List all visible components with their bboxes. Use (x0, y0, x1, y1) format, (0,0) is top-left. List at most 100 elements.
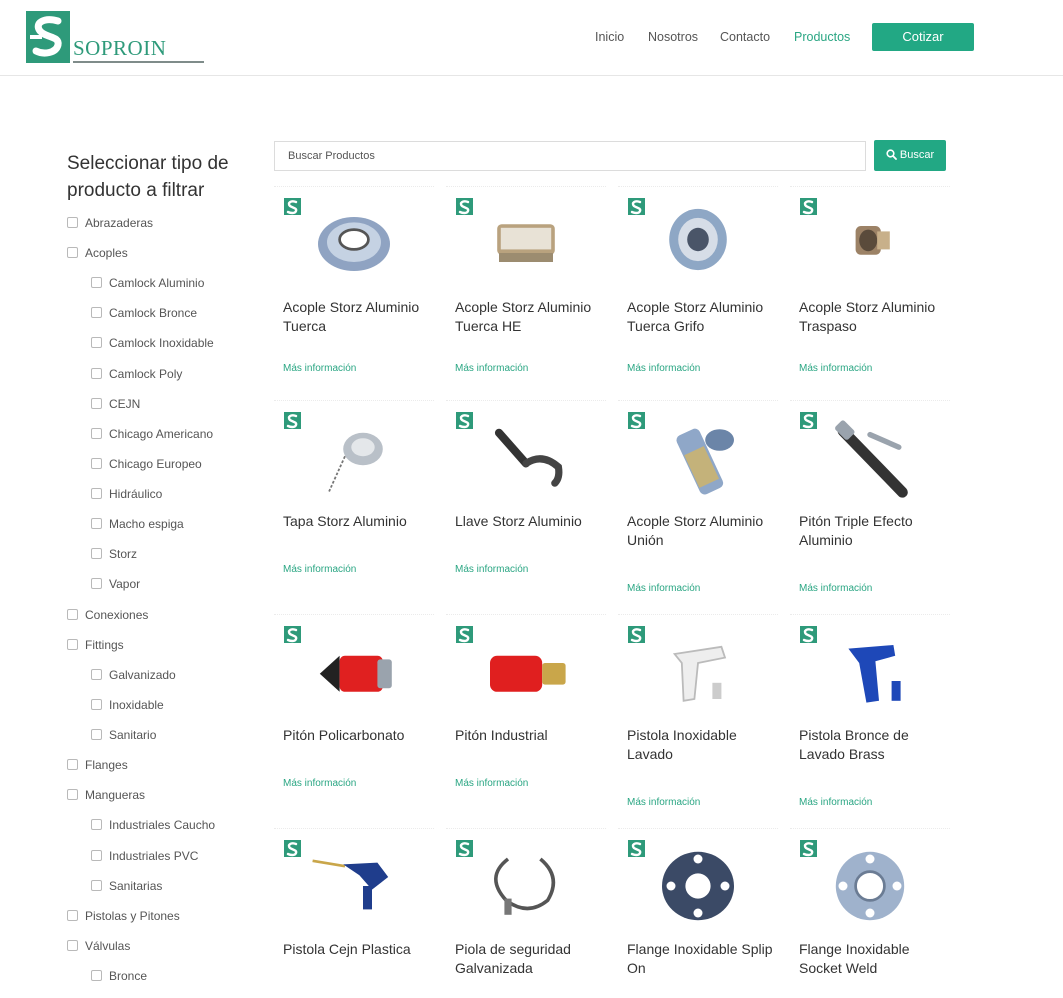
more-info-link[interactable]: Más información (455, 564, 528, 575)
filter-item[interactable]: Camlock Poly (91, 366, 182, 382)
product-card[interactable]: Acople Storz Aluminio Tuerca Grifo Más in… (618, 186, 778, 386)
filter-item[interactable]: Camlock Aluminio (91, 275, 204, 291)
more-info-link[interactable]: Más información (627, 797, 700, 808)
brand-logo[interactable]: SOPROIN (26, 11, 206, 65)
filter-checkbox[interactable] (67, 608, 78, 620)
product-name[interactable]: Pistola Cejn Plastica (283, 940, 433, 959)
filter-checkbox[interactable] (91, 970, 102, 981)
product-name[interactable]: Tapa Storz Aluminio (283, 512, 433, 531)
storz-cap-icon[interactable] (294, 413, 414, 503)
product-card[interactable]: Pitón Triple Efecto Aluminio Más informac… (790, 400, 950, 600)
filter-checkbox[interactable] (91, 397, 102, 409)
filter-item[interactable]: Hidráulico (91, 486, 162, 502)
product-card[interactable]: Pitón Policarbonato Más información (274, 614, 434, 814)
product-card[interactable]: Piola de seguridad GalvanizadaMás inform… (446, 828, 606, 998)
product-name[interactable]: Flange Inoxidable Splip On (627, 940, 777, 978)
product-card[interactable]: Pistola Cejn PlasticaMás información (274, 828, 434, 998)
filter-item[interactable]: Camlock Inoxidable (91, 335, 214, 351)
more-info-link[interactable]: Más información (799, 583, 872, 594)
filter-item[interactable]: Fittings (67, 637, 124, 653)
search-input[interactable]: Buscar Productos (274, 141, 866, 171)
nozzle-polycarbonate-icon[interactable] (294, 627, 414, 717)
product-card[interactable]: Llave Storz Aluminio Más información (446, 400, 606, 600)
air-blow-gun-icon[interactable] (294, 841, 414, 931)
filter-item[interactable]: Conexiones (67, 607, 148, 623)
nav-contacto[interactable]: Contacto (720, 30, 770, 46)
storz-adapter-icon[interactable] (810, 199, 930, 289)
product-name[interactable]: Pitón Triple Efecto Aluminio (799, 512, 949, 550)
product-card[interactable]: Acople Storz Aluminio Tuerca HE Más infor… (446, 186, 606, 386)
filter-checkbox[interactable] (91, 819, 102, 831)
filter-item[interactable]: Válvulas (67, 938, 130, 954)
product-name[interactable]: Pitón Industrial (455, 726, 605, 745)
filter-item[interactable]: Bronce (91, 968, 147, 984)
product-name[interactable]: Pitón Policarbonato (283, 726, 433, 745)
product-name[interactable]: Acople Storz Aluminio Tuerca Grifo (627, 298, 777, 336)
filter-item[interactable]: Abrazaderas (67, 215, 153, 231)
filter-checkbox[interactable] (67, 759, 78, 771)
flange-socket-weld-icon[interactable] (810, 841, 930, 931)
filter-checkbox[interactable] (91, 578, 102, 590)
filter-item[interactable]: Industriales PVC (91, 848, 198, 864)
more-info-link[interactable]: Más información (627, 363, 700, 374)
filter-item[interactable]: Sanitarias (91, 878, 162, 894)
filter-item[interactable]: Chicago Americano (91, 426, 213, 442)
filter-checkbox[interactable] (91, 729, 102, 741)
product-card[interactable]: Acople Storz Aluminio Tuerca Más informac… (274, 186, 434, 386)
product-card[interactable]: Acople Storz Aluminio Unión Más informaci… (618, 400, 778, 600)
more-info-link[interactable]: Más información (283, 778, 356, 789)
filter-checkbox[interactable] (67, 939, 78, 951)
storz-union-icon[interactable] (638, 413, 758, 503)
spray-gun-white-icon[interactable] (638, 627, 758, 717)
filter-item[interactable]: CEJN (91, 396, 140, 412)
product-card[interactable]: Pistola Inoxidable Lavado Más información (618, 614, 778, 814)
filter-item[interactable]: Macho espiga (91, 516, 184, 532)
safety-cable-icon[interactable] (466, 841, 586, 931)
filter-item[interactable]: Chicago Europeo (91, 456, 202, 472)
storz-coupling-he-icon[interactable] (466, 199, 586, 289)
filter-item[interactable]: Storz (91, 546, 137, 562)
filter-checkbox[interactable] (91, 849, 102, 861)
filter-item[interactable]: Inoxidable (91, 697, 164, 713)
filter-checkbox[interactable] (91, 668, 102, 680)
nozzle-triple-icon[interactable] (810, 413, 930, 503)
filter-checkbox[interactable] (91, 879, 102, 891)
filter-item[interactable]: Acoples (67, 245, 128, 261)
filter-checkbox[interactable] (91, 277, 102, 289)
nav-inicio[interactable]: Inicio (595, 30, 624, 46)
filter-checkbox[interactable] (91, 548, 102, 560)
filter-checkbox[interactable] (67, 217, 78, 228)
more-info-link[interactable]: Más información (799, 797, 872, 808)
storz-spanner-icon[interactable] (466, 413, 586, 503)
product-card[interactable]: Flange Inoxidable Splip OnMás informació… (618, 828, 778, 998)
filter-checkbox[interactable] (67, 247, 78, 259)
filter-item[interactable]: Pistolas y Pitones (67, 908, 180, 924)
filter-item[interactable]: Mangueras (67, 787, 145, 803)
more-info-link[interactable]: Más información (455, 778, 528, 789)
search-button[interactable]: Buscar (874, 140, 946, 171)
filter-checkbox[interactable] (91, 518, 102, 530)
product-card[interactable]: Pitón Industrial Más información (446, 614, 606, 814)
filter-checkbox[interactable] (91, 307, 102, 319)
more-info-link[interactable]: Más información (627, 583, 700, 594)
product-name[interactable]: Acople Storz Aluminio Tuerca (283, 298, 433, 336)
flange-slip-on-icon[interactable] (638, 841, 758, 931)
product-name[interactable]: Pistola Bronce de Lavado Brass (799, 726, 949, 764)
filter-item[interactable]: Galvanizado (91, 667, 176, 683)
storz-coupling-icon[interactable] (294, 199, 414, 289)
filter-item[interactable]: Industriales Caucho (91, 817, 215, 833)
filter-checkbox[interactable] (91, 698, 102, 710)
product-name[interactable]: Acople Storz Aluminio Traspaso (799, 298, 949, 336)
spray-gun-blue-icon[interactable] (810, 627, 930, 717)
product-card[interactable]: Flange Inoxidable Socket WeldMás informa… (790, 828, 950, 998)
product-name[interactable]: Piola de seguridad Galvanizada (455, 940, 605, 978)
more-info-link[interactable]: Más información (283, 363, 356, 374)
filter-item[interactable]: Camlock Bronce (91, 305, 197, 321)
filter-checkbox[interactable] (67, 638, 78, 650)
filter-item[interactable]: Flanges (67, 757, 128, 773)
product-name[interactable]: Llave Storz Aluminio (455, 512, 605, 531)
filter-item[interactable]: Vapor (91, 576, 140, 592)
product-name[interactable]: Flange Inoxidable Socket Weld (799, 940, 949, 978)
product-name[interactable]: Acople Storz Aluminio Unión (627, 512, 777, 550)
more-info-link[interactable]: Más información (455, 363, 528, 374)
